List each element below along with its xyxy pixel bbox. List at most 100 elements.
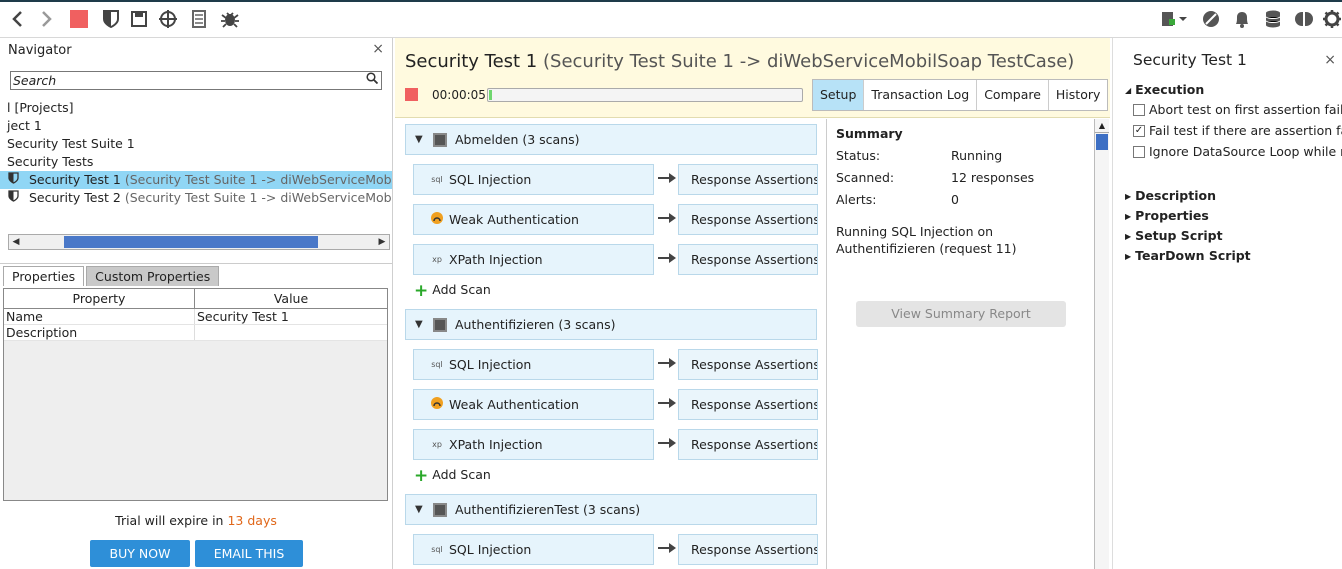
- property-name: Description: [4, 325, 195, 340]
- scan-item[interactable]: sql SQL Injection: [413, 349, 654, 380]
- buy-now-button[interactable]: BUY NOW: [90, 540, 190, 567]
- section-label: Execution: [1135, 82, 1205, 97]
- scroll-right-icon[interactable]: ▶: [375, 235, 389, 249]
- tree-item-security-test-1[interactable]: Security Test 1 (Security Test Suite 1 -…: [0, 171, 392, 189]
- log-icon[interactable]: [188, 8, 210, 30]
- scan-group[interactable]: ▼ Abmelden (3 scans): [405, 124, 817, 155]
- stop-test-icon[interactable]: [405, 88, 418, 101]
- table-row[interactable]: Description: [4, 325, 387, 341]
- section-properties[interactable]: ▶ Properties: [1125, 208, 1209, 223]
- response-assertions-button[interactable]: Response Assertions:: [678, 389, 818, 420]
- properties-table: Property Value Name Security Test 1 Desc…: [3, 288, 388, 501]
- scroll-up-icon[interactable]: ▲: [1095, 119, 1109, 133]
- checkbox[interactable]: [1133, 145, 1145, 158]
- scan-label: Weak Authentication: [449, 212, 579, 227]
- inspector-close-icon[interactable]: ×: [1324, 52, 1336, 68]
- editor-header: Security Test 1 (Security Test Suite 1 -…: [395, 38, 1110, 118]
- tab-properties[interactable]: Properties: [3, 266, 85, 286]
- tree-item-suite[interactable]: Security Test Suite 1: [0, 135, 392, 153]
- shield-icon: [8, 190, 19, 205]
- alerts-value: 0: [951, 192, 959, 207]
- gear-icon[interactable]: [1322, 8, 1342, 30]
- leaf-icon[interactable]: [1200, 8, 1222, 30]
- inspector-panel: Security Test 1 × ◢ Execution Abort test …: [1112, 38, 1342, 569]
- checkbox[interactable]: [1133, 103, 1145, 116]
- response-assertions-button[interactable]: Response Assertions:: [678, 429, 818, 460]
- section-execution[interactable]: ◢ Execution: [1125, 82, 1204, 97]
- scrollbar-thumb[interactable]: [64, 236, 318, 248]
- tree-item-security-test-2[interactable]: Security Test 2 (Security Test Suite 1 -…: [0, 189, 392, 207]
- property-value[interactable]: Security Test 1: [195, 309, 387, 324]
- tab-custom-properties[interactable]: Custom Properties: [86, 266, 220, 286]
- scan-item[interactable]: sql SQL Injection: [413, 164, 654, 195]
- navigator-title: Navigator: [8, 43, 72, 58]
- account-icon[interactable]: [1293, 8, 1315, 30]
- bell-icon[interactable]: [1231, 8, 1253, 30]
- scan-item[interactable]: xp XPath Injection: [413, 244, 654, 275]
- bug-icon[interactable]: [218, 8, 242, 30]
- tab-setup[interactable]: Setup: [813, 80, 865, 110]
- tab-compare[interactable]: Compare: [977, 80, 1049, 110]
- collapse-icon[interactable]: ▼: [415, 134, 425, 145]
- scan-label: SQL Injection: [449, 357, 532, 372]
- option-fail-on-assertion[interactable]: ✓ Fail test if there are assertion failu: [1133, 123, 1342, 138]
- checkbox-checked[interactable]: ✓: [1133, 124, 1145, 137]
- status-value: Running: [951, 148, 1003, 163]
- section-label: TearDown Script: [1135, 248, 1251, 263]
- scan-group[interactable]: ▼ Authentifizieren (3 scans): [405, 309, 817, 340]
- search-input[interactable]: Search: [10, 71, 382, 90]
- scan-label: XPath Injection: [449, 437, 543, 452]
- tree-item-security-tests[interactable]: Security Tests: [0, 153, 392, 171]
- scan-item[interactable]: xp XPath Injection: [413, 429, 654, 460]
- option-ignore-datasource-loop[interactable]: Ignore DataSource Loop while ru: [1133, 144, 1342, 159]
- section-teardown-script[interactable]: ▶ TearDown Script: [1125, 248, 1251, 263]
- response-assertions-button[interactable]: Response Assertions:: [678, 349, 818, 380]
- tab-history[interactable]: History: [1049, 80, 1107, 110]
- tree-item-projects[interactable]: l [Projects]: [0, 99, 392, 117]
- navigator-close-icon[interactable]: ×: [372, 41, 384, 57]
- test-title: Security Test 1: [405, 51, 538, 72]
- option-abort-on-failure[interactable]: Abort test on first assertion failu: [1133, 102, 1342, 117]
- column-header-property[interactable]: Property: [4, 289, 195, 308]
- scroll-left-icon[interactable]: ◀: [9, 235, 23, 249]
- tab-transaction-log[interactable]: Transaction Log: [864, 80, 978, 110]
- add-scan-button[interactable]: + Add Scan: [414, 466, 491, 486]
- response-assertions-button[interactable]: Response Assertions:: [678, 534, 818, 565]
- response-assertions-button[interactable]: Response Assertions:: [678, 164, 818, 195]
- security-test-editor: Security Test 1 (Security Test Suite 1 -…: [395, 38, 1110, 569]
- shield-icon[interactable]: [100, 8, 122, 30]
- scan-item[interactable]: sql SQL Injection: [413, 534, 654, 565]
- scan-label: XPath Injection: [449, 252, 543, 267]
- response-assertions-button[interactable]: Response Assertions:: [678, 244, 818, 275]
- table-row[interactable]: Name Security Test 1: [4, 309, 387, 325]
- search-icon[interactable]: [366, 72, 379, 89]
- scan-item[interactable]: Weak Authentication: [413, 204, 654, 235]
- section-setup-script[interactable]: ▶ Setup Script: [1125, 228, 1223, 243]
- response-assertions-button[interactable]: Response Assertions:: [678, 204, 818, 235]
- horizontal-scrollbar[interactable]: ◀ ▶: [8, 234, 390, 250]
- database-icon[interactable]: [1262, 8, 1284, 30]
- save-icon[interactable]: [128, 8, 150, 30]
- forward-arrow-icon[interactable]: [36, 8, 58, 30]
- section-description[interactable]: ▶ Description: [1125, 188, 1216, 203]
- collapse-icon[interactable]: ▼: [415, 504, 425, 515]
- column-header-value[interactable]: Value: [195, 289, 387, 308]
- target-icon[interactable]: [156, 8, 180, 30]
- view-summary-report-button[interactable]: View Summary Report: [856, 301, 1066, 327]
- scan-item[interactable]: Weak Authentication: [413, 389, 654, 420]
- property-value[interactable]: [195, 325, 387, 340]
- back-arrow-icon[interactable]: [6, 8, 28, 30]
- collapsed-icon: ▶: [1125, 192, 1132, 201]
- export-icon[interactable]: [1158, 8, 1192, 30]
- vertical-scrollbar[interactable]: ▲: [1094, 119, 1109, 569]
- scan-group[interactable]: ▼ AuthentifizierenTest (3 scans): [405, 494, 817, 525]
- collapse-icon[interactable]: ▼: [415, 319, 425, 330]
- stop-icon[interactable]: [68, 8, 90, 30]
- editor-tabs: Setup Transaction Log Compare History: [812, 79, 1109, 111]
- add-scan-button[interactable]: + Add Scan: [414, 281, 491, 301]
- scrollbar-thumb[interactable]: [1096, 134, 1108, 150]
- navigator-panel: Navigator × Search l [Projects] ject 1 S…: [0, 38, 393, 569]
- section-label: Setup Script: [1135, 228, 1223, 243]
- tree-item-project[interactable]: ject 1: [0, 117, 392, 135]
- email-this-button[interactable]: EMAIL THIS: [195, 540, 303, 567]
